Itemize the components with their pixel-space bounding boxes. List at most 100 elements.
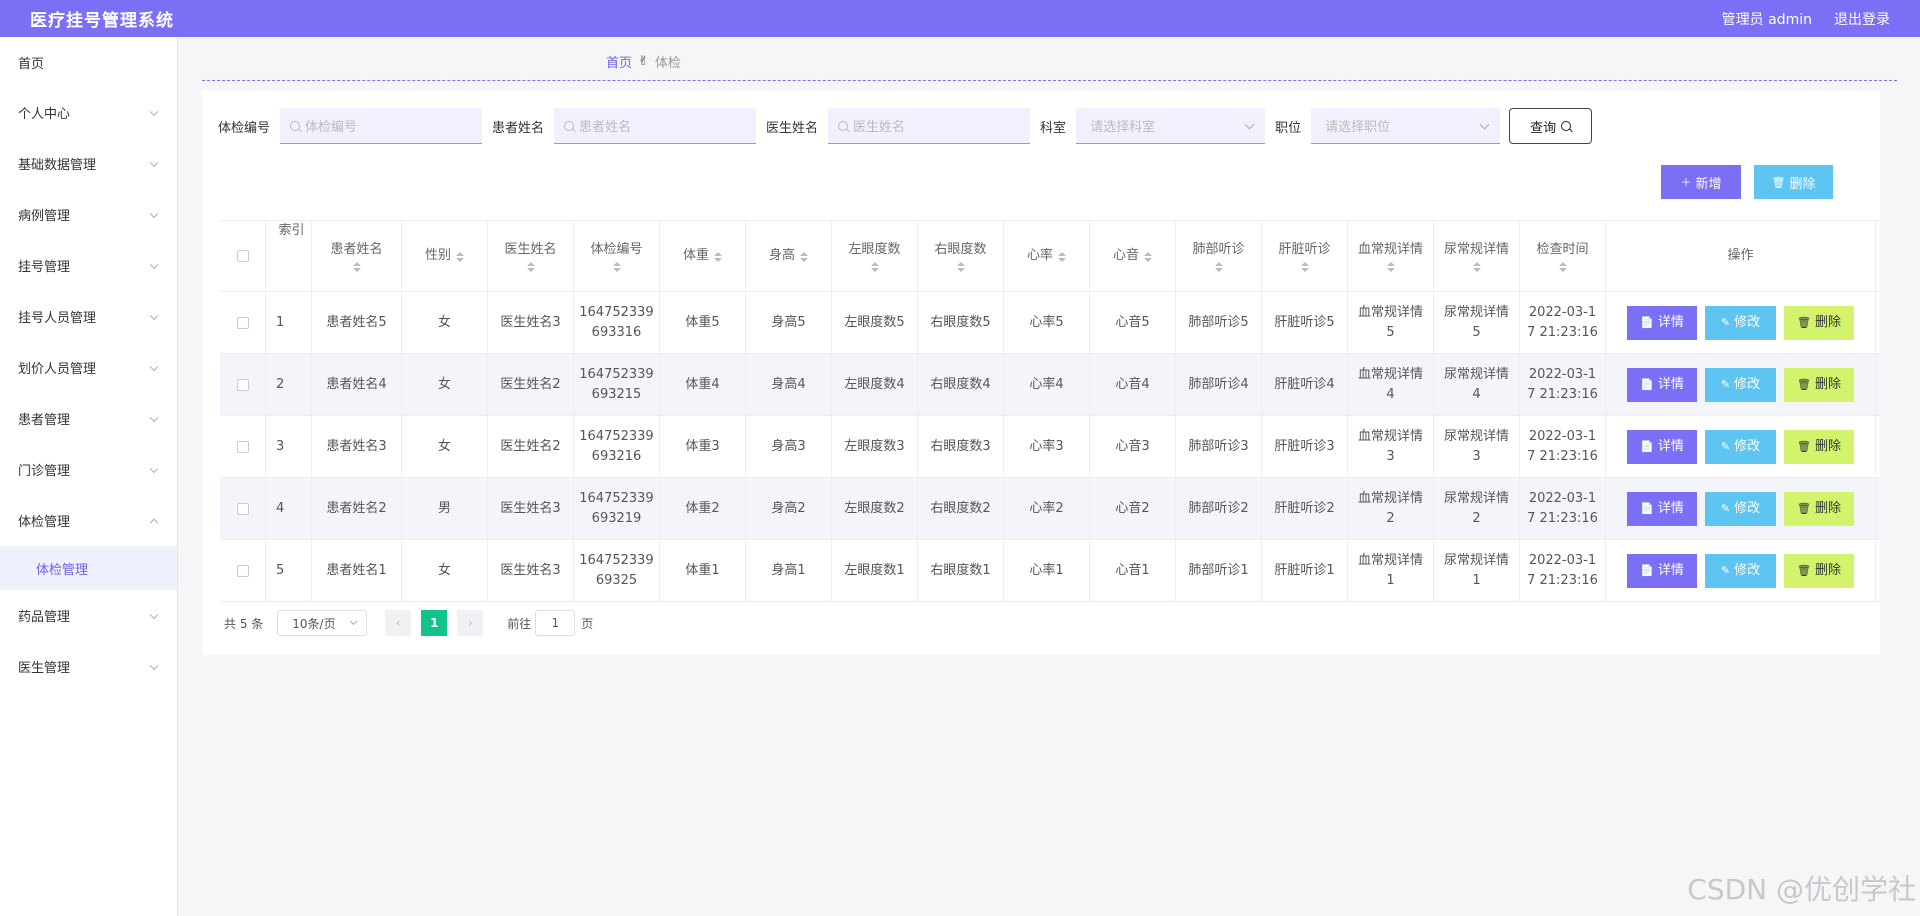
row-select-cell (220, 540, 266, 601)
edit-button[interactable]: ✎ 修改 (1705, 367, 1776, 402)
cell-height: 身高2 (746, 478, 832, 539)
sidebar-item-registrar[interactable]: 挂号人员管理 (0, 291, 177, 342)
sidebar-item-personal-center[interactable]: 个人中心 (0, 87, 177, 138)
doctor-name-input[interactable]: 医生姓名 (828, 108, 1031, 144)
cell-height: 身高5 (746, 292, 832, 353)
detail-button[interactable]: 📄 详情 (1627, 429, 1697, 464)
patient-name-input[interactable]: 患者姓名 (554, 108, 757, 144)
col-doctor-name[interactable]: 医生姓名 (488, 221, 574, 291)
cell-heart-sound: 心音3 (1090, 416, 1176, 477)
edit-button[interactable]: ✎ 修改 (1705, 305, 1776, 340)
sort-icon (1386, 262, 1395, 272)
cell-exam-no: 164752339 693316 (574, 292, 660, 353)
sidebar-item-pricer[interactable]: 划价人员管理 (0, 342, 177, 393)
delete-button[interactable]: 🗑 删除 (1784, 367, 1854, 402)
sidebar-item-home[interactable]: 首页 (0, 37, 177, 87)
col-check-time[interactable]: 检查时间 (1520, 221, 1606, 291)
cell-heart-sound: 心音4 (1090, 354, 1176, 415)
sidebar-item-registration[interactable]: 挂号管理 (0, 240, 177, 291)
cell-lung: 肺部听诊2 (1176, 478, 1262, 539)
col-left-eye[interactable]: 左眼度数 (832, 221, 918, 291)
table-row: 5 患者姓名1 女医生姓名3 164752339 69325 体重1 身高1 左眼度数1 右眼… (220, 540, 1880, 602)
logout-link[interactable]: 退出登录 (1834, 9, 1890, 29)
cell-blood: 血常规详情 5 (1348, 292, 1434, 353)
edit-button[interactable]: ✎ 修改 (1705, 491, 1776, 526)
edit-button[interactable]: ✎ 修改 (1705, 553, 1776, 588)
sidebar-item-medicine[interactable]: 药品管理 (0, 590, 177, 641)
cell-actions: 📄 详情 ✎ 修改 🗑 删除 (1606, 292, 1876, 353)
col-right-eye[interactable]: 右眼度数 (918, 221, 1004, 291)
sidebar-item-case[interactable]: 病例管理 (0, 189, 177, 240)
search-bar: 体检编号 体检编号 患者姓名 患者姓名 医生姓名 医生姓名 科室 请选择科室 职… (218, 108, 1593, 144)
add-button[interactable]: ＋新增 (1661, 165, 1741, 199)
delete-button[interactable]: 🗑 删除 (1784, 491, 1854, 526)
col-heart-rate[interactable]: 心率 (1004, 221, 1090, 291)
detail-button[interactable]: 📄 详情 (1627, 367, 1697, 402)
row-select-cell (220, 478, 266, 539)
col-patient-name[interactable]: 患者姓名 (312, 221, 402, 291)
edit-button[interactable]: ✎ 修改 (1705, 429, 1776, 464)
sort-icon (1144, 252, 1152, 262)
next-page-button[interactable]: › (457, 610, 484, 636)
chevron-down-icon (149, 209, 159, 218)
row-checkbox[interactable] (236, 502, 249, 515)
col-blood[interactable]: 血常规详情 (1348, 221, 1434, 291)
cell-heart-rate: 心率3 (1004, 416, 1090, 477)
breadcrumb-home[interactable]: 首页 (606, 52, 632, 71)
current-user[interactable]: 管理员 admin (1722, 9, 1812, 29)
delete-button[interactable]: 🗑 删除 (1784, 429, 1854, 464)
col-liver[interactable]: 肝脏听诊 (1262, 221, 1348, 291)
sort-icon (1558, 262, 1567, 272)
cell-right-eye: 右眼度数4 (918, 354, 1004, 415)
detail-button[interactable]: 📄 详情 (1627, 553, 1697, 588)
row-checkbox[interactable] (236, 316, 249, 329)
page-size-select[interactable]: 10条/页 (277, 610, 368, 636)
query-button[interactable]: 查询 (1509, 108, 1593, 144)
cell-check-time: 2022-03-1 7 21:23:16 (1520, 478, 1606, 539)
search-icon (290, 120, 301, 131)
sidebar-subitem-exam-management[interactable]: 体检管理 (0, 546, 177, 590)
row-checkbox[interactable] (236, 440, 249, 453)
col-exam-no[interactable]: 体检编号 (574, 221, 660, 291)
goto-page-input[interactable]: 1 (535, 610, 576, 636)
col-height[interactable]: 身高 (746, 221, 832, 291)
prev-page-button[interactable]: ‹ (385, 610, 412, 636)
col-heart-sound[interactable]: 心音 (1090, 221, 1176, 291)
detail-button[interactable]: 📄 详情 (1627, 305, 1697, 340)
row-checkbox[interactable] (236, 564, 249, 577)
watermark: CSDN @优创学社 (1687, 873, 1916, 906)
table-row: 1 患者姓名5 女医生姓名3 164752339 693316 体重5 身高5 左眼度数5 右… (220, 292, 1880, 354)
sidebar-item-basic-data[interactable]: 基础数据管理 (0, 138, 177, 189)
col-gender[interactable]: 性别 (402, 221, 488, 291)
chevron-down-icon (350, 617, 358, 626)
cell-doctor-name: 医生姓名2 (488, 354, 574, 415)
page-number-1[interactable]: 1 (421, 610, 448, 636)
select-all-checkbox[interactable] (236, 250, 249, 262)
cell-lung: 肺部听诊5 (1176, 292, 1262, 353)
cell-liver: 肝脏听诊5 (1262, 292, 1348, 353)
sidebar-item-doctor[interactable]: 医生管理 (0, 641, 177, 692)
exam-no-input[interactable]: 体检编号 (280, 108, 483, 144)
sidebar-item-patient[interactable]: 患者管理 (0, 393, 177, 444)
delete-button[interactable]: 🗑 删除 (1784, 553, 1854, 588)
position-select[interactable]: 请选择职位 (1311, 108, 1501, 144)
col-urine[interactable]: 尿常规详情 (1434, 221, 1520, 291)
col-weight[interactable]: 体重 (660, 221, 746, 291)
batch-delete-button[interactable]: 🗑 删除 (1754, 165, 1833, 199)
sidebar-item-exam[interactable]: 体检管理 (0, 495, 177, 546)
sort-icon (1214, 262, 1223, 272)
breadcrumb-divider (202, 80, 1897, 81)
cell-left-eye: 左眼度数3 (832, 416, 918, 477)
cell-exam-no: 164752339 693219 (574, 478, 660, 539)
sidebar-item-outpatient[interactable]: 门诊管理 (0, 444, 177, 495)
row-checkbox[interactable] (236, 378, 249, 391)
delete-button[interactable]: 🗑 删除 (1784, 305, 1854, 340)
position-label: 职位 (1275, 120, 1302, 136)
detail-button[interactable]: 📄 详情 (1627, 491, 1697, 526)
col-lung[interactable]: 肺部听诊 (1176, 221, 1262, 291)
table-row: 4 患者姓名2 男医生姓名3 164752339 693219 体重2 身高2 左眼度数2 右… (220, 478, 1880, 540)
cell-weight: 体重3 (660, 416, 746, 477)
cell-doctor-name: 医生姓名3 (488, 478, 574, 539)
document-icon: 📄 (1640, 377, 1654, 391)
department-select[interactable]: 请选择科室 (1076, 108, 1266, 144)
